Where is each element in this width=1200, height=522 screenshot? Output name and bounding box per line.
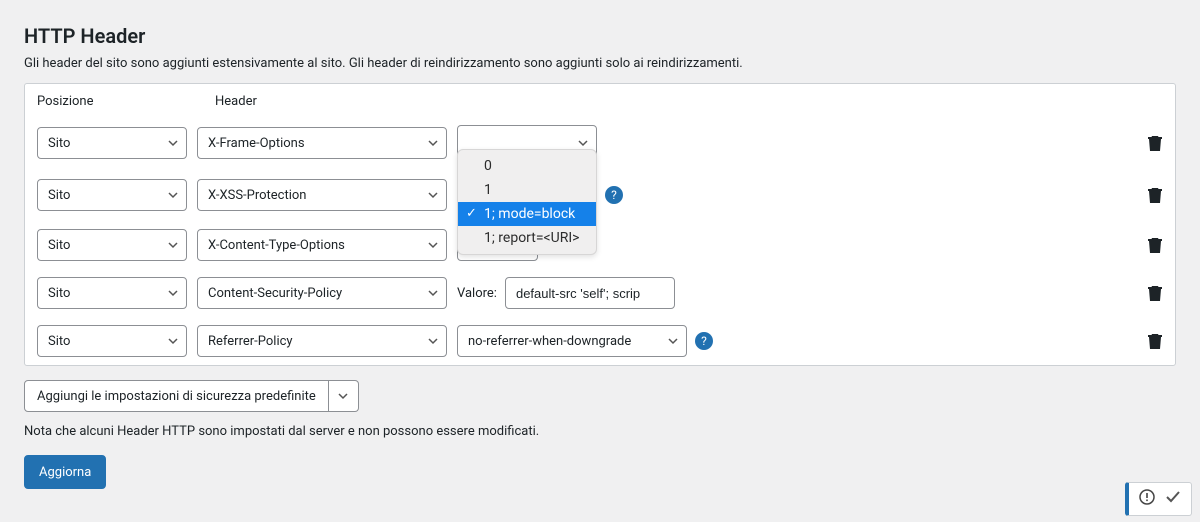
table-row: Sito X-Content-Type-Options nosniff ? [25, 221, 1175, 269]
header-select[interactable]: Referrer-Policy [197, 325, 447, 357]
position-select[interactable]: Sito [37, 179, 187, 211]
header-select[interactable]: X-XSS-Protection [197, 179, 447, 211]
delete-button[interactable] [1147, 236, 1163, 254]
delete-button[interactable] [1147, 186, 1163, 204]
help-icon[interactable]: ? [605, 186, 623, 204]
dropdown-option[interactable]: 0 [458, 154, 596, 178]
table-row: Sito X-Frame-Options [25, 117, 1175, 169]
col-header-label: Header [215, 94, 1163, 109]
col-position-label: Posizione [37, 94, 215, 109]
alert-icon [1139, 489, 1155, 509]
table-row: Sito X-XSS-Protection 0 1 1; mode=block … [25, 169, 1175, 221]
value-select[interactable]: no-referrer-when-downgrade [457, 325, 687, 357]
value-input[interactable] [505, 277, 675, 309]
table-row: Sito Content-Security-Policy Valore: [25, 269, 1175, 317]
value-label: Valore: [457, 286, 497, 301]
delete-button[interactable] [1147, 284, 1163, 302]
section-title: HTTP Header [24, 24, 1176, 48]
delete-button[interactable] [1147, 332, 1163, 350]
help-icon[interactable]: ? [695, 332, 713, 350]
header-select[interactable]: Content-Security-Policy [197, 277, 447, 309]
position-select[interactable]: Sito [37, 127, 187, 159]
header-select[interactable]: X-Content-Type-Options [197, 229, 447, 261]
add-presets-caret[interactable] [329, 380, 359, 412]
table-row: Sito Referrer-Policy no-referrer-when-do… [25, 317, 1175, 365]
dropdown-option[interactable]: 1; mode=block [458, 202, 596, 226]
add-presets-group: Aggiungi le impostazioni di sicurezza pr… [24, 380, 359, 412]
position-select[interactable]: Sito [37, 325, 187, 357]
xss-value-dropdown: 0 1 1; mode=block 1; report=<URI> [457, 149, 597, 255]
delete-button[interactable] [1147, 134, 1163, 152]
add-presets-button[interactable]: Aggiungi le impostazioni di sicurezza pr… [24, 380, 329, 412]
submit-button[interactable]: Aggiorna [24, 455, 106, 489]
headers-panel: Posizione Header Sito X-Frame-Options Si… [24, 83, 1176, 366]
confirm-icon[interactable] [1165, 489, 1181, 509]
position-select[interactable]: Sito [37, 277, 187, 309]
section-description: Gli header del sito sono aggiunti estens… [24, 56, 1176, 71]
position-select[interactable]: Sito [37, 229, 187, 261]
dropdown-option[interactable]: 1 [458, 178, 596, 202]
table-header: Posizione Header [25, 84, 1175, 117]
dropdown-option[interactable]: 1; report=<URI> [458, 226, 596, 250]
note-text: Nota che alcuni Header HTTP sono imposta… [24, 424, 1176, 439]
footer-notice [1125, 482, 1192, 516]
header-select[interactable]: X-Frame-Options [197, 127, 447, 159]
